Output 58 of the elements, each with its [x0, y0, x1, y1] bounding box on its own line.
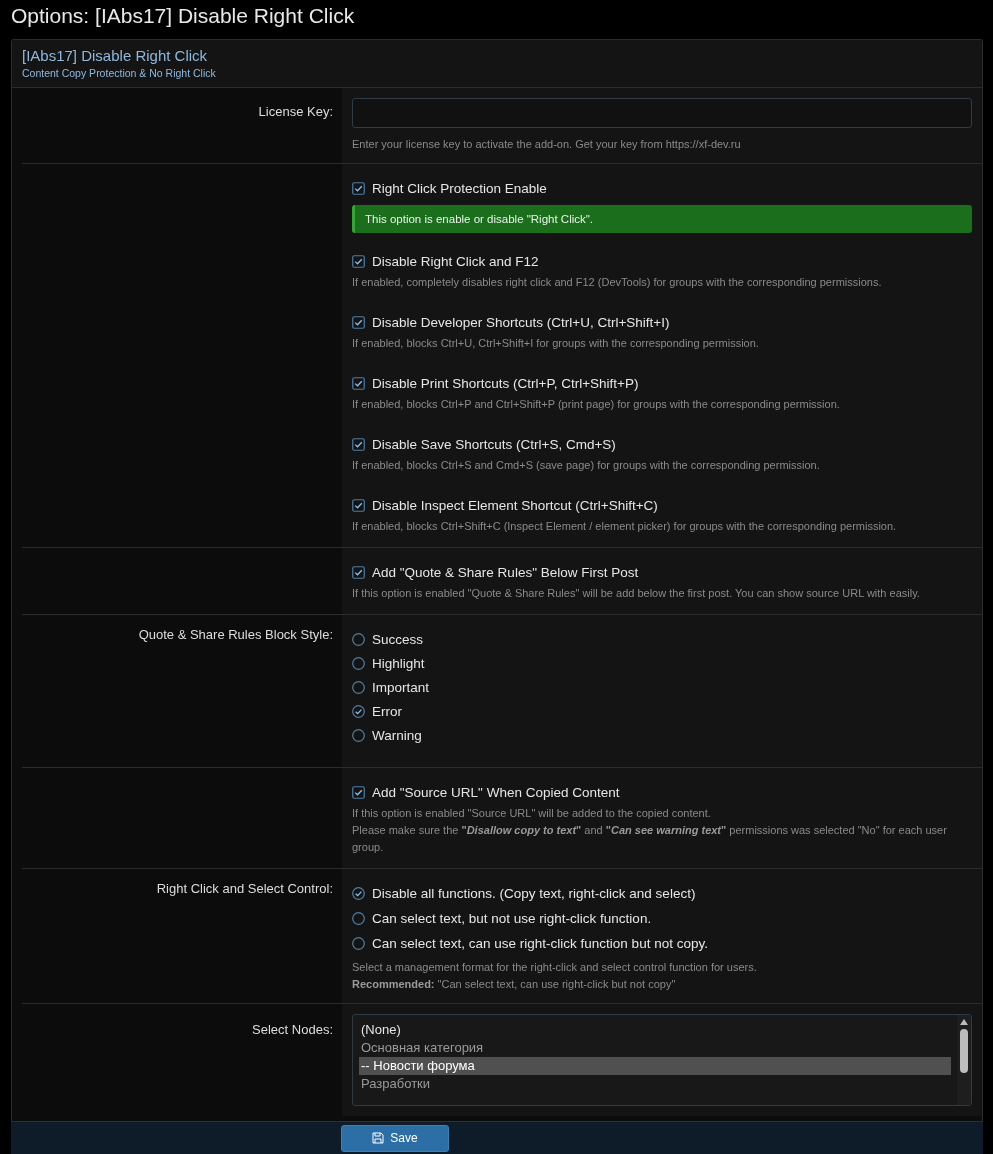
- field-label: Select Nodes:: [252, 1022, 333, 1037]
- field-label: Quote & Share Rules Block Style:: [138, 627, 333, 642]
- radio-option[interactable]: Can select text, but not use right-click function.: [352, 908, 972, 928]
- checkbox-option[interactable]: Disable Print Shortcuts (Ctrl+P, Ctrl+Shift+P): [352, 373, 972, 393]
- radio-button[interactable]: [352, 886, 365, 900]
- checkbox[interactable]: [352, 254, 365, 268]
- checkbox-option[interactable]: Add "Source URL" When Copied Content: [352, 782, 972, 802]
- radio-option[interactable]: Disable all functions. (Copy text, right-click and select): [352, 883, 972, 903]
- hint-text: If enabled, blocks Ctrl+S and Cmd+S (save page) for groups with the corresponding permission.: [352, 458, 821, 473]
- hint-text: If this option is enabled "Quote & Share Rules" will be add below the first post. You can show source URL with easily.: [352, 586, 921, 601]
- radio-option[interactable]: Important: [352, 677, 972, 697]
- scroll-up-icon[interactable]: [960, 1019, 968, 1025]
- field-label: License Key:: [258, 104, 333, 119]
- radio-option[interactable]: Highlight: [352, 653, 972, 673]
- license-key-field[interactable]: [352, 98, 972, 128]
- list-option[interactable]: (None): [359, 1021, 951, 1039]
- radio-option[interactable]: Warning: [352, 725, 972, 745]
- checkbox[interactable]: [352, 376, 365, 390]
- hint-text: Enter your license key to activate the add-on. Get your key from https://xf-dev.ru: [352, 137, 742, 152]
- checkbox-option[interactable]: Disable Inspect Element Shortcut (Ctrl+Shift+C): [352, 495, 972, 515]
- hint-text: Select a management format for the right-click and select control function for users.: [352, 960, 758, 975]
- checkbox-option[interactable]: Disable Right Click and F12: [352, 251, 972, 271]
- hint-text: If enabled, blocks Ctrl+Shift+C (Inspect Element / element picker) for groups with the corresponding permission.: [352, 519, 898, 534]
- hint-text: If enabled, blocks Ctrl+U, Ctrl+Shift+I for groups with the corresponding permission.: [352, 336, 760, 351]
- checkbox[interactable]: [352, 498, 365, 512]
- radio-button[interactable]: [352, 632, 365, 646]
- scrollbar[interactable]: [957, 1015, 971, 1105]
- radio-option[interactable]: Success: [352, 629, 972, 649]
- checkbox[interactable]: [352, 565, 365, 579]
- save-icon: [372, 1132, 385, 1144]
- hint-text: If this option is enabled "Source URL" will be added to the copied content.: [352, 806, 712, 821]
- radio-button[interactable]: [352, 680, 365, 694]
- radio-button[interactable]: [352, 728, 365, 742]
- card-title: [IAbs17] Disable Right Click: [22, 47, 209, 64]
- radio-button[interactable]: [352, 704, 365, 718]
- hint-text: If enabled, completely disables right click and F12 (DevTools) for groups with the corresponding permissions.: [352, 275, 883, 290]
- radio-option[interactable]: Error: [352, 701, 972, 721]
- checkbox-option[interactable]: Add "Quote & Share Rules" Below First Post: [352, 562, 972, 582]
- checkbox[interactable]: [352, 785, 365, 799]
- save-button[interactable]: Save: [341, 1124, 449, 1152]
- radio-button[interactable]: [352, 936, 365, 950]
- field-label: Right Click and Select Control:: [156, 881, 333, 896]
- card-subtitle: Content Copy Protection & No Right Click: [22, 67, 217, 79]
- radio-button[interactable]: [352, 911, 365, 925]
- radio-button[interactable]: [352, 656, 365, 670]
- checkbox-option[interactable]: Disable Save Shortcuts (Ctrl+S, Cmd+S): [352, 434, 972, 454]
- list-option[interactable]: -- Новости форума: [359, 1057, 951, 1075]
- checkbox[interactable]: [352, 181, 365, 195]
- page-title: Options: [IAbs17] Disable Right Click: [11, 4, 356, 28]
- notice-banner: This option is enable or disable "Right Click".: [352, 205, 972, 233]
- hint-text: Please make sure the "Disallow copy to text" and "Can see warning text" permissions was selected "No" for each user group.: [352, 823, 948, 855]
- checkbox-option[interactable]: Right Click Protection Enable: [352, 178, 972, 198]
- hint-text: Recommended: "Can select text, can use right-click but not copy": [352, 977, 677, 992]
- hint-text: If enabled, blocks Ctrl+P and Ctrl+Shift+P (print page) for groups with the corresponding permission.: [352, 397, 841, 412]
- checkbox[interactable]: [352, 437, 365, 451]
- radio-option[interactable]: Can select text, can use right-click function but not copy.: [352, 933, 972, 953]
- checkbox[interactable]: [352, 315, 365, 329]
- checkbox-option[interactable]: Disable Developer Shortcuts (Ctrl+U, Ctrl+Shift+I): [352, 312, 972, 332]
